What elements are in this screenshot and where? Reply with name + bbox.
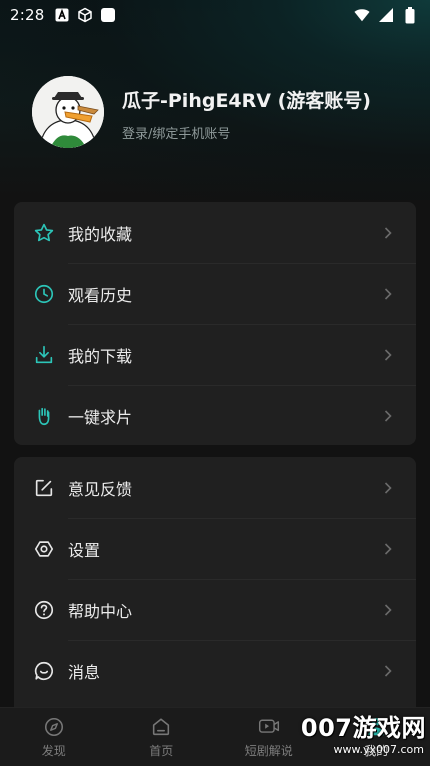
- menu-item-label: 意见反馈: [68, 479, 133, 499]
- video-icon: [258, 716, 280, 738]
- compass-icon: [43, 716, 65, 738]
- settings-icon: [32, 537, 56, 561]
- goose-avatar-icon: [32, 76, 104, 148]
- menu-item-label: 我的下载: [68, 346, 133, 366]
- menu-item-label: 我的收藏: [68, 224, 133, 244]
- tab-label: 短剧解说: [244, 743, 293, 758]
- status-time: 2:28: [10, 6, 45, 24]
- signal-icon: [378, 7, 394, 23]
- watermark-url: www.yx007.com: [333, 743, 424, 756]
- app-square-icon: [100, 7, 116, 23]
- status-bar: 2:28: [0, 0, 430, 30]
- login-bind-link[interactable]: 登录/绑定手机账号: [122, 123, 230, 142]
- watermark: 007游戏网 www.yx007.com: [301, 716, 426, 756]
- menu-item-history[interactable]: 观看历史: [14, 263, 416, 324]
- menu-item-label: 消息: [68, 662, 101, 682]
- chevron-right-icon: [382, 603, 394, 616]
- chevron-right-icon: [382, 664, 394, 677]
- menu-item-messages[interactable]: 消息: [14, 640, 416, 701]
- chevron-right-icon: [382, 481, 394, 494]
- avatar[interactable]: [32, 76, 104, 148]
- profile-name[interactable]: 瓜子-PihgE4RV (游客账号): [122, 86, 371, 113]
- star-icon: [32, 221, 56, 245]
- cube-icon: [77, 7, 93, 23]
- menu-group-support: 意见反馈 设置 帮助中心 消息: [14, 457, 416, 717]
- menu-item-label: 设置: [68, 540, 101, 560]
- menu-item-favorites[interactable]: 我的收藏: [14, 202, 416, 263]
- chevron-right-icon: [382, 348, 394, 361]
- tab-label: 首页: [149, 743, 174, 758]
- help-icon: [32, 598, 56, 622]
- tab-discover[interactable]: 发现: [0, 708, 108, 766]
- home-icon: [150, 716, 172, 738]
- battery-icon: [402, 6, 418, 23]
- menu-item-request-movie[interactable]: 一键求片: [14, 385, 416, 445]
- watermark-brand: 007游戏网: [300, 714, 426, 742]
- tab-home[interactable]: 首页: [108, 708, 216, 766]
- menu-item-label: 观看历史: [68, 285, 133, 305]
- menu-item-downloads[interactable]: 我的下载: [14, 324, 416, 385]
- tab-label: 发现: [41, 743, 66, 758]
- menu-item-help[interactable]: 帮助中心: [14, 579, 416, 640]
- menu-item-settings[interactable]: 设置: [14, 518, 416, 579]
- chevron-right-icon: [382, 542, 394, 555]
- download-icon: [32, 343, 56, 367]
- chevron-right-icon: [382, 287, 394, 300]
- hand-icon: [32, 404, 56, 428]
- message-icon: [32, 659, 56, 683]
- wifi-icon: [354, 7, 370, 23]
- menu-group-main: 我的收藏 观看历史 我的下载 一键求片: [14, 202, 416, 445]
- menu-item-label: 帮助中心: [68, 601, 133, 621]
- menu-item-feedback[interactable]: 意见反馈: [14, 457, 416, 518]
- chevron-right-icon: [382, 226, 394, 239]
- font-a-icon: [54, 7, 70, 23]
- clock-icon: [32, 282, 56, 306]
- chevron-right-icon: [382, 409, 394, 422]
- edit-icon: [32, 476, 56, 500]
- menu-item-label: 一键求片: [68, 407, 133, 427]
